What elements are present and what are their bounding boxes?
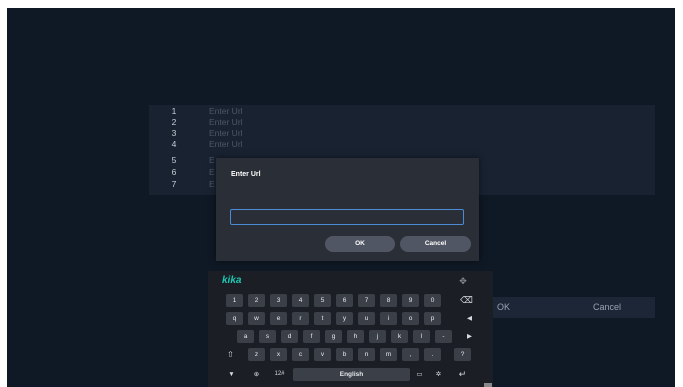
key-f[interactable]: f (303, 330, 320, 343)
row-number: 2 (171, 117, 177, 127)
key-k[interactable]: k (391, 330, 408, 343)
dialog-ok-button[interactable]: OK (325, 236, 395, 252)
enter-url-dialog: Enter Url OK Cancel (216, 158, 479, 261)
key-c[interactable]: c (292, 348, 309, 361)
globe-icon[interactable]: ⊕ (248, 368, 265, 381)
key-question[interactable]: ? (454, 348, 471, 361)
key-0[interactable]: 0 (424, 294, 441, 307)
nav-handle (484, 383, 492, 387)
key-comma[interactable]: , (402, 348, 419, 361)
backspace-icon[interactable]: ⌫ (458, 294, 475, 307)
settings-gear-icon[interactable]: ✲ (430, 368, 447, 381)
enter-icon[interactable]: ↵ (454, 368, 471, 381)
list-row-1[interactable]: 1 Enter Url (149, 106, 655, 116)
dialog-cancel-button[interactable]: Cancel (400, 236, 471, 252)
key-l[interactable]: l (413, 330, 430, 343)
keyboard-brand-logo: kika (222, 275, 242, 286)
key-1[interactable]: 1 (226, 294, 243, 307)
list-row-3[interactable]: 3 Enter Url (149, 128, 655, 138)
key-x[interactable]: x (270, 348, 287, 361)
key-u[interactable]: u (358, 312, 375, 325)
symbols-key[interactable]: 12# (271, 368, 288, 381)
row-number: 5 (171, 155, 177, 165)
key-4[interactable]: 4 (292, 294, 309, 307)
row-number: 6 (171, 167, 177, 177)
key-9[interactable]: 9 (402, 294, 419, 307)
key-period[interactable]: . (424, 348, 441, 361)
key-8[interactable]: 8 (380, 294, 397, 307)
hide-keyboard-icon[interactable]: ▼ (223, 368, 240, 381)
url-input[interactable] (230, 209, 464, 225)
key-7[interactable]: 7 (358, 294, 375, 307)
row-number: 4 (171, 139, 177, 149)
key-v[interactable]: v (314, 348, 331, 361)
row-url-text: Enter Url (209, 128, 243, 138)
move-keyboard-icon[interactable]: ✥ (457, 275, 469, 287)
row-url-text: Enter Url (209, 139, 243, 149)
key-e[interactable]: e (270, 312, 287, 325)
key-6[interactable]: 6 (336, 294, 353, 307)
cursor-left-icon[interactable]: ◀ (461, 312, 478, 325)
clipboard-icon[interactable]: ▭ (411, 368, 428, 381)
cursor-right-icon[interactable]: ▶ (461, 330, 478, 343)
key-n[interactable]: n (358, 348, 375, 361)
row-number: 7 (171, 179, 177, 189)
key-3[interactable]: 3 (270, 294, 287, 307)
row-url-text: E (209, 179, 215, 189)
key-g[interactable]: g (325, 330, 342, 343)
key-2[interactable]: 2 (248, 294, 265, 307)
key-p[interactable]: p (424, 312, 441, 325)
row-url-text: E (209, 167, 215, 177)
key-z[interactable]: z (248, 348, 265, 361)
row-number: 3 (171, 128, 177, 138)
row-url-text: Enter Url (209, 117, 243, 127)
key-i[interactable]: i (380, 312, 397, 325)
space-key[interactable]: English (293, 368, 410, 381)
row-number: 1 (171, 106, 177, 116)
key-h[interactable]: h (347, 330, 364, 343)
row-url-text: Enter Url (209, 106, 243, 116)
key-a[interactable]: a (237, 330, 254, 343)
key-o[interactable]: o (402, 312, 419, 325)
row-url-text: E (209, 155, 215, 165)
key-q[interactable]: q (226, 312, 243, 325)
key-r[interactable]: r (292, 312, 309, 325)
key-s[interactable]: s (259, 330, 276, 343)
key-d[interactable]: d (281, 330, 298, 343)
key-t[interactable]: t (314, 312, 331, 325)
dialog-title: Enter Url (231, 171, 261, 178)
background-cancel-button[interactable]: Cancel (559, 297, 655, 318)
key-w[interactable]: w (248, 312, 265, 325)
key-j[interactable]: j (369, 330, 386, 343)
key-b[interactable]: b (336, 348, 353, 361)
background-ok-button[interactable]: OK (493, 297, 565, 318)
key-5[interactable]: 5 (314, 294, 331, 307)
key-dash[interactable]: - (435, 330, 452, 343)
key-y[interactable]: y (336, 312, 353, 325)
key-m[interactable]: m (380, 348, 397, 361)
list-row-2[interactable]: 2 Enter Url (149, 117, 655, 127)
shift-icon[interactable]: ⇧ (222, 348, 239, 361)
list-row-4[interactable]: 4 Enter Url (149, 139, 655, 149)
soft-keyboard: kika ✥ 1 2 3 4 5 6 7 8 9 0 ⌫ q w e r t y… (208, 271, 493, 387)
